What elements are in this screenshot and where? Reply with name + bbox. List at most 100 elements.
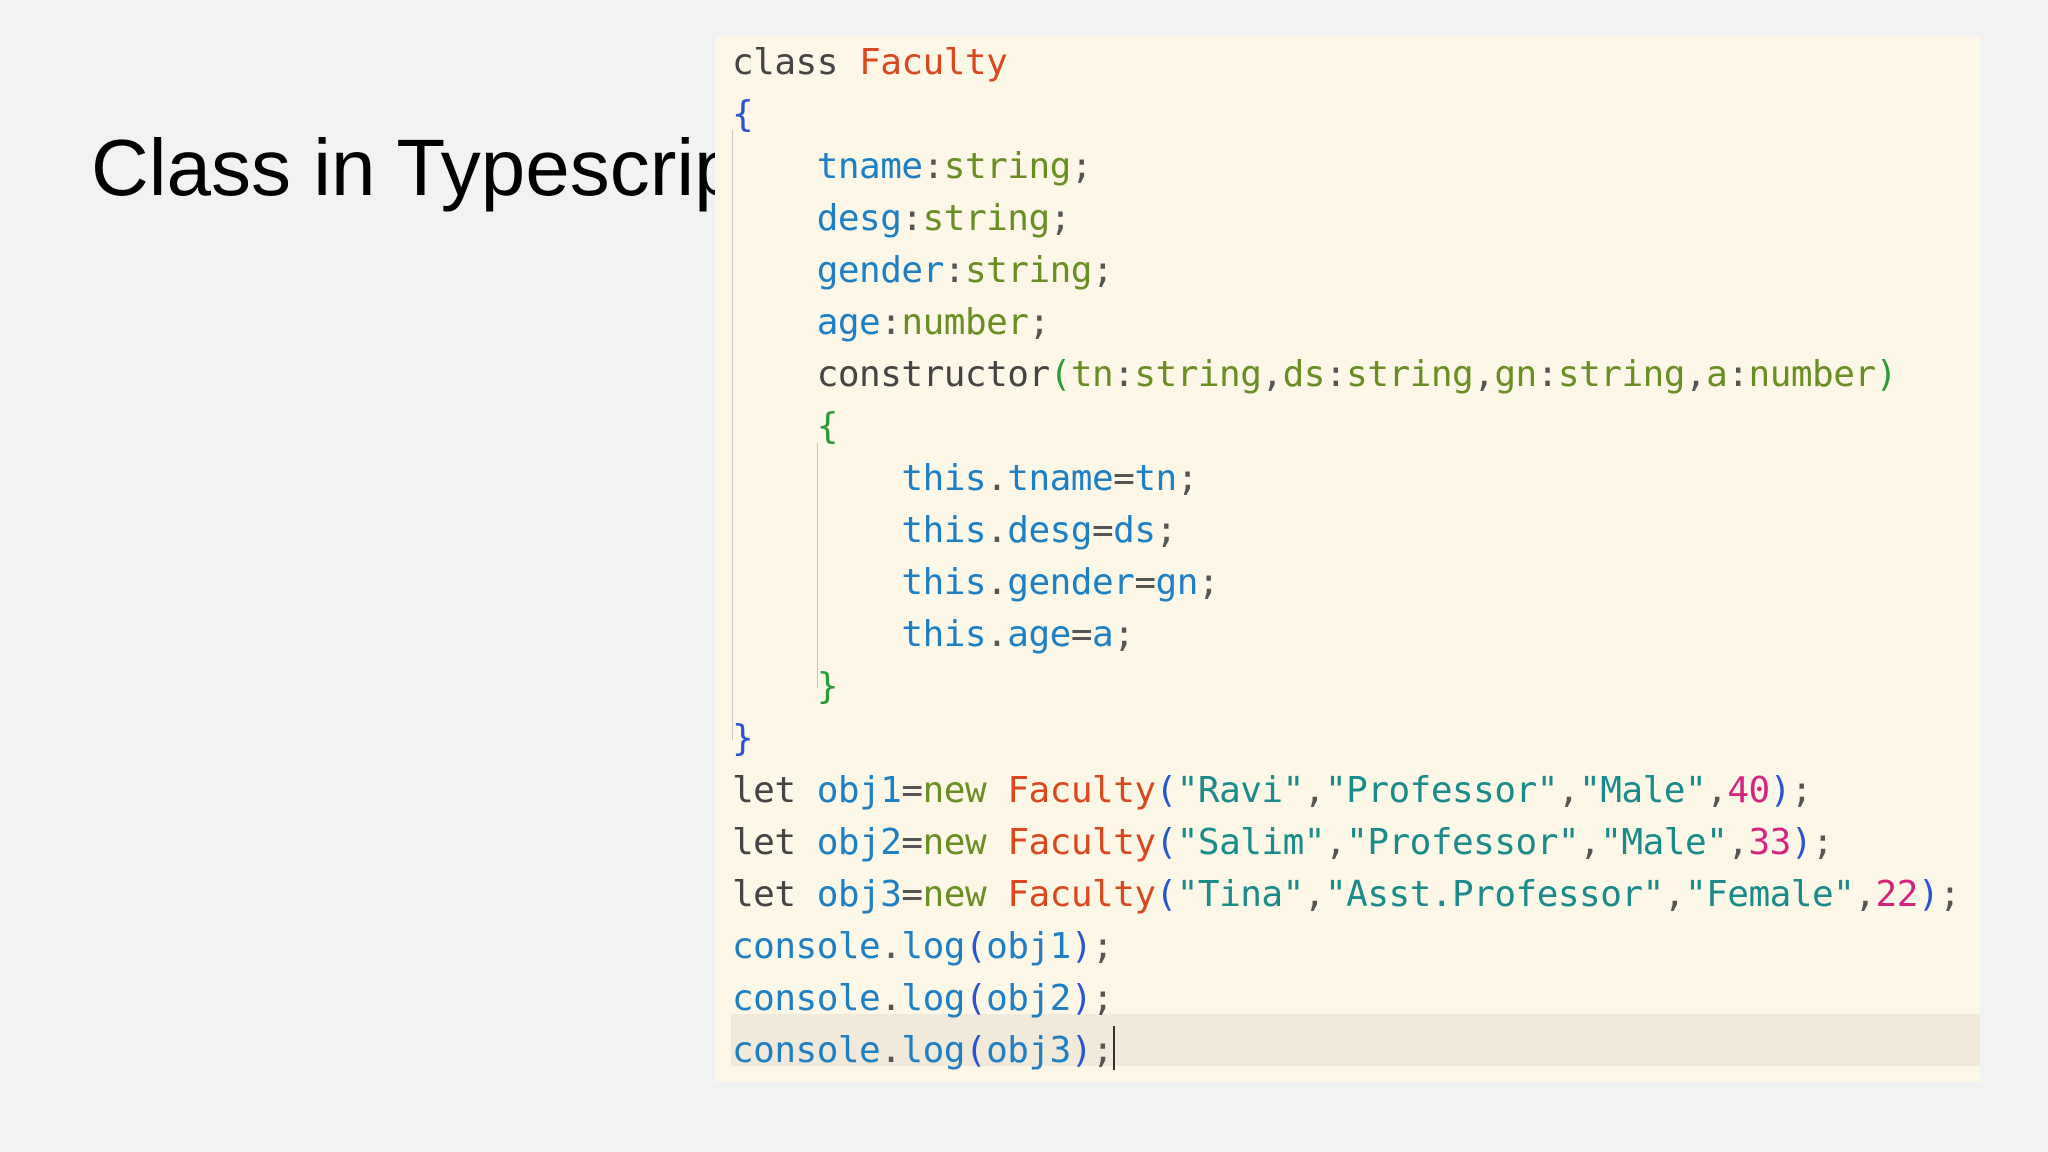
code-token: let — [732, 770, 796, 811]
code-token: : — [1536, 354, 1559, 395]
code-token: ( — [964, 978, 987, 1019]
code-panel[interactable]: class Faculty{ tname:string; desg:string… — [715, 37, 1980, 1082]
code-line: gender:string; — [732, 245, 1960, 297]
code-token: this — [901, 510, 987, 551]
code-line: let obj1=new Faculty("Ravi","Professor",… — [732, 765, 1960, 817]
code-token: desg — [816, 198, 902, 239]
code-token: "Salim" — [1176, 822, 1326, 863]
code-token: . — [986, 614, 1008, 655]
code-line: constructor(tn:string,ds:string,gn:strin… — [732, 349, 1960, 401]
code-line: this.desg=ds; — [732, 505, 1960, 557]
code-token: , — [1663, 874, 1686, 915]
code-token: = — [1113, 458, 1135, 499]
code-token: Faculty — [1007, 770, 1156, 811]
code-token: ; — [1113, 614, 1135, 655]
code-token: a — [1706, 354, 1728, 395]
code-line: age:number; — [732, 297, 1960, 349]
code-token: let — [732, 822, 796, 863]
code-token: ) — [1790, 822, 1813, 863]
code-block[interactable]: class Faculty{ tname:string; desg:string… — [732, 37, 1961, 1077]
code-token: ; — [1176, 458, 1199, 499]
code-token: "Male" — [1600, 822, 1728, 863]
code-line: { — [732, 89, 1960, 141]
code-line: console.log(obj3); — [732, 1025, 1960, 1077]
code-line: } — [732, 713, 1960, 765]
code-token: ; — [1790, 770, 1813, 811]
code-token: ; — [1092, 1030, 1114, 1071]
code-line: } — [732, 661, 1960, 713]
code-token: . — [986, 510, 1008, 551]
code-token: number — [901, 302, 1029, 343]
code-token: ds — [1113, 510, 1156, 551]
code-token: "Male" — [1579, 770, 1707, 811]
code-token: obj1 — [816, 770, 902, 811]
code-token: obj3 — [986, 1030, 1071, 1071]
code-token: ( — [964, 1030, 987, 1071]
code-token: ; — [1091, 250, 1114, 291]
code-token: string — [1557, 354, 1686, 395]
code-token: ; — [1028, 302, 1050, 343]
code-token: 33 — [1748, 822, 1791, 863]
code-token: 40 — [1727, 770, 1770, 811]
code-token: ( — [1155, 822, 1178, 863]
code-token: = — [901, 770, 923, 811]
code-token: ( — [1049, 354, 1072, 395]
code-token: string — [964, 250, 1093, 291]
code-token: . — [986, 458, 1008, 499]
code-token: ; — [1049, 198, 1072, 239]
code-token: this — [901, 614, 987, 655]
code-token: ds — [1282, 354, 1326, 395]
code-token: a — [1092, 614, 1114, 655]
code-token: : — [1324, 354, 1347, 395]
code-token: string — [943, 146, 1072, 187]
code-token: string — [922, 198, 1051, 239]
code-token: log — [901, 978, 965, 1019]
code-token: , — [1303, 770, 1326, 811]
code-token: ) — [1070, 978, 1093, 1019]
code-token: tname — [816, 146, 923, 187]
code-token: "Tina" — [1176, 874, 1305, 915]
code-token: : — [922, 146, 945, 187]
code-token: Faculty — [859, 42, 1008, 83]
code-token: : — [943, 250, 966, 291]
slide-title: Class in Typescrip — [91, 123, 716, 212]
code-token: = — [1091, 510, 1114, 551]
code-token: , — [1473, 354, 1495, 395]
code-token: } — [816, 666, 839, 707]
code-token: "Ravi" — [1176, 770, 1305, 811]
code-token: desg — [1007, 510, 1092, 551]
code-line: let obj2=new Faculty("Salim","Professor"… — [732, 817, 1960, 869]
code-token: ) — [1917, 874, 1940, 915]
code-token: tname — [1007, 458, 1114, 499]
code-token: . — [880, 978, 902, 1019]
code-token: "Female" — [1684, 874, 1855, 915]
code-token: class — [732, 42, 838, 83]
code-token: obj1 — [986, 926, 1071, 967]
code-token: number — [1748, 354, 1877, 395]
code-token: console — [732, 926, 881, 967]
code-token: gn — [1494, 354, 1537, 395]
code-line: console.log(obj1); — [732, 921, 1960, 973]
code-line: desg:string; — [732, 193, 1960, 245]
code-line: { — [732, 401, 1960, 453]
code-line: let obj3=new Faculty("Tina","Asst.Profes… — [732, 869, 1961, 921]
code-token: . — [880, 1030, 902, 1071]
code-token: console — [732, 1030, 881, 1071]
code-token: this — [901, 562, 987, 603]
code-token: { — [816, 406, 839, 447]
code-line: class Faculty — [732, 37, 1960, 89]
code-token: this — [901, 458, 987, 499]
code-token: ( — [1155, 874, 1178, 915]
code-token: new — [922, 770, 987, 811]
